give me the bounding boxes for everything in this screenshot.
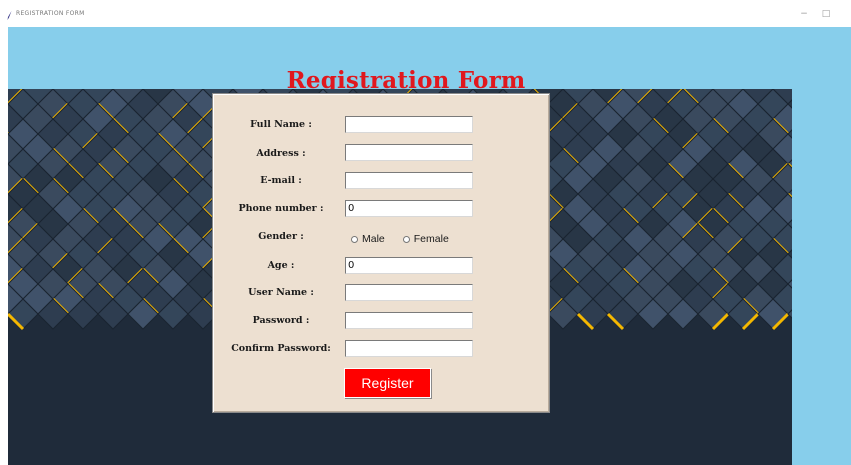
full-name-input[interactable]: [345, 116, 473, 133]
address-label: Address :: [256, 148, 306, 159]
phone-input[interactable]: [345, 200, 473, 217]
phone-label: Phone number :: [238, 203, 324, 214]
email-label: E-mail :: [260, 175, 302, 186]
gender-female-radio[interactable]: Female: [402, 233, 449, 245]
gender-female-label: Female: [413, 233, 449, 245]
full-name-label: Full Name :: [250, 119, 312, 130]
app-window: REGISTRATION FORM − □ Registration Form …: [0, 0, 851, 465]
password-label: Password :: [252, 315, 310, 326]
feather-icon: [7, 11, 12, 20]
title-bar: REGISTRATION FORM − □: [0, 0, 851, 27]
username-input[interactable]: [345, 284, 473, 301]
gender-male-radio[interactable]: Male: [351, 233, 385, 245]
age-input[interactable]: [345, 257, 473, 274]
radio-circle-icon: [351, 235, 358, 243]
age-label: Age :: [267, 260, 295, 271]
confirm-password-label: Confirm Password:: [231, 343, 331, 354]
registration-form: Full Name : Address : E-mail : Phone num…: [212, 93, 550, 413]
gender-radio-group: Male Female: [351, 231, 449, 247]
gender-label: Gender :: [258, 231, 304, 242]
password-input[interactable]: [345, 312, 473, 329]
confirm-password-input[interactable]: [345, 340, 473, 357]
username-label: User Name :: [248, 287, 314, 298]
gender-male-label: Male: [362, 233, 385, 245]
email-input[interactable]: [345, 172, 473, 189]
address-input[interactable]: [345, 144, 473, 161]
minimize-button[interactable]: −: [797, 7, 811, 21]
window-title: REGISTRATION FORM: [16, 10, 85, 17]
register-button[interactable]: Register: [344, 368, 431, 398]
maximize-button[interactable]: □: [819, 7, 833, 21]
radio-circle-icon: [402, 235, 410, 243]
